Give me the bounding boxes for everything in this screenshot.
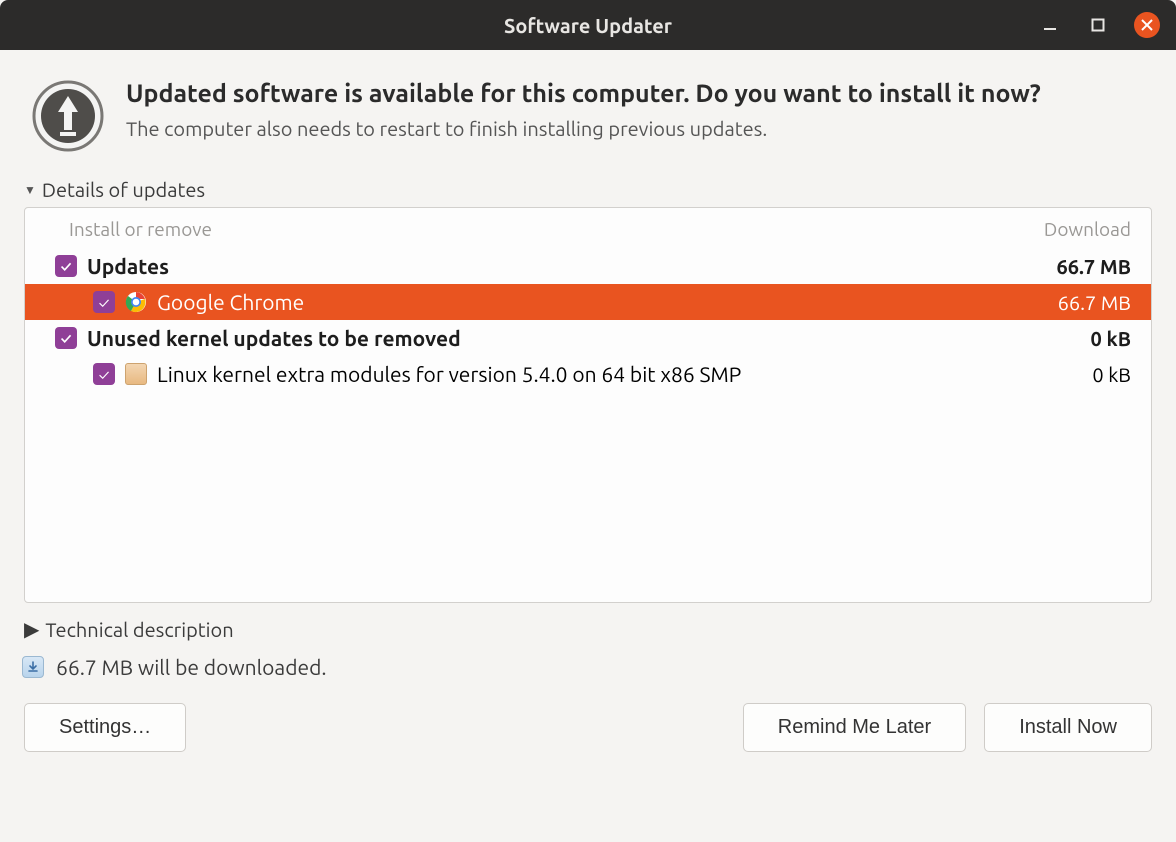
item-google-chrome[interactable]: ✓ Google Chrome 66.7 MB (25, 284, 1151, 320)
checkbox-kernel[interactable]: ✓ (93, 363, 115, 385)
button-bar: Settings… Remind Me Later Install Now (0, 689, 1176, 774)
checkbox-unused-kernel[interactable]: ✓ (55, 327, 77, 349)
package-icon (125, 363, 147, 385)
details-expander[interactable]: ▼ Details of updates (0, 172, 1176, 207)
maximize-icon (1091, 18, 1105, 32)
download-summary-text: 66.7 MB will be downloaded. (56, 655, 327, 679)
settings-button[interactable]: Settings… (24, 703, 186, 752)
triangle-down-icon: ▼ (24, 183, 36, 197)
install-now-button[interactable]: Install Now (984, 703, 1152, 752)
software-updater-window: Software Updater (0, 0, 1176, 842)
checkbox-chrome[interactable]: ✓ (93, 291, 115, 313)
header-block: Updated software is available for this c… (0, 50, 1176, 172)
window-title: Software Updater (504, 14, 672, 37)
item-kernel-size: 0 kB (1092, 363, 1131, 386)
item-kernel-label: Linux kernel extra modules for version 5… (157, 362, 1082, 386)
sub-heading: The computer also needs to restart to fi… (126, 117, 1041, 140)
technical-description-expander[interactable]: ▶ Technical description (0, 603, 1176, 645)
minimize-icon (1042, 17, 1058, 33)
technical-description-label: Technical description (45, 618, 233, 641)
group-updates-label: Updates (87, 254, 1046, 278)
remind-later-button[interactable]: Remind Me Later (743, 703, 966, 752)
checkbox-updates[interactable]: ✓ (55, 255, 77, 277)
download-summary: 66.7 MB will be downloaded. (0, 645, 1176, 689)
item-chrome-label: Google Chrome (157, 290, 1048, 314)
details-expander-label: Details of updates (42, 178, 205, 201)
chrome-icon (125, 291, 147, 313)
group-updates[interactable]: ✓ Updates 66.7 MB (25, 248, 1151, 284)
updates-list: Install or remove Download ✓ Updates 66.… (24, 207, 1152, 603)
titlebar-controls (1038, 0, 1160, 50)
col-install-remove: Install or remove (69, 218, 212, 240)
column-headers: Install or remove Download (25, 208, 1151, 248)
download-icon (22, 656, 44, 678)
col-download: Download (1044, 218, 1131, 240)
minimize-button[interactable] (1038, 13, 1062, 37)
main-heading: Updated software is available for this c… (126, 78, 1041, 109)
group-unused-kernel-size: 0 kB (1091, 327, 1132, 350)
item-linux-kernel[interactable]: ✓ Linux kernel extra modules for version… (25, 356, 1151, 392)
software-updater-icon (30, 78, 106, 154)
item-chrome-size: 66.7 MB (1058, 291, 1131, 314)
triangle-right-icon: ▶ (24, 617, 39, 641)
close-icon (1141, 19, 1153, 31)
content-area: Updated software is available for this c… (0, 50, 1176, 842)
titlebar: Software Updater (0, 0, 1176, 50)
maximize-button[interactable] (1086, 13, 1110, 37)
group-unused-kernel-label: Unused kernel updates to be removed (87, 326, 1081, 350)
header-text: Updated software is available for this c… (126, 78, 1041, 154)
group-unused-kernel[interactable]: ✓ Unused kernel updates to be removed 0 … (25, 320, 1151, 356)
group-updates-size: 66.7 MB (1056, 255, 1131, 278)
close-button[interactable] (1134, 12, 1160, 38)
